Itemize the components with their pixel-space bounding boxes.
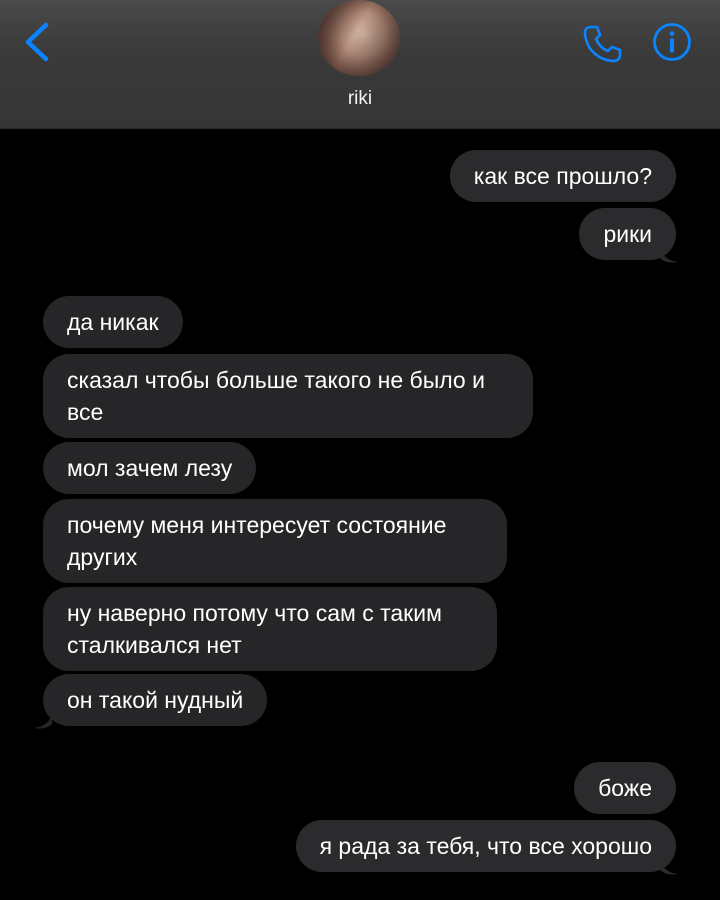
message-bubble-received[interactable]: да никак bbox=[43, 296, 183, 348]
back-button[interactable] bbox=[22, 22, 54, 62]
avatar[interactable] bbox=[318, 0, 400, 76]
info-button[interactable] bbox=[652, 22, 692, 62]
message-bubble-received[interactable]: почему меня интересует состояние других bbox=[43, 499, 507, 583]
chevron-left-icon bbox=[25, 22, 49, 62]
message-bubble-received[interactable]: ну наверно потому что сам с таким сталки… bbox=[43, 587, 497, 671]
phone-icon bbox=[583, 25, 622, 63]
bubble-tail bbox=[34, 712, 52, 729]
info-icon bbox=[653, 23, 691, 61]
bubble-tail bbox=[660, 246, 678, 263]
message-bubble-sent[interactable]: как все прошло? bbox=[449, 150, 676, 202]
message-bubble-received[interactable]: он такой нудный bbox=[43, 674, 268, 726]
message-bubble-received[interactable]: сказал чтобы больше такого не было и все bbox=[43, 354, 533, 438]
conversation-header: riki bbox=[0, 0, 720, 129]
call-button[interactable] bbox=[580, 22, 624, 66]
avatar-photo bbox=[318, 0, 400, 76]
message-bubble-sent[interactable]: боже bbox=[574, 762, 676, 814]
bubble-tail bbox=[660, 858, 678, 875]
message-bubble-sent[interactable]: я рада за тебя, что все хорошо bbox=[295, 820, 676, 872]
message-bubble-received[interactable]: мол зачем лезу bbox=[43, 442, 257, 494]
contact-name[interactable]: riki bbox=[0, 88, 720, 110]
message-thread: как все прошло? рики да никак сказал что… bbox=[0, 128, 720, 900]
